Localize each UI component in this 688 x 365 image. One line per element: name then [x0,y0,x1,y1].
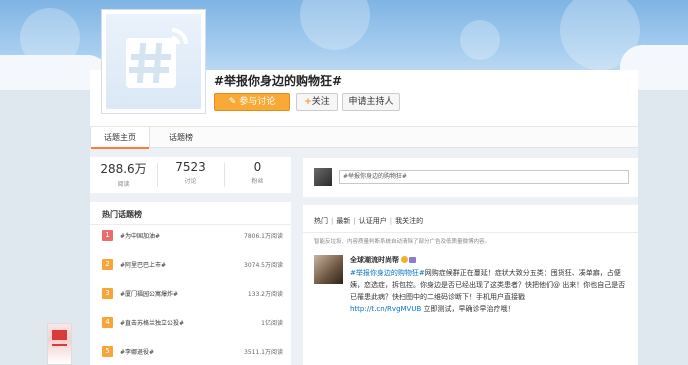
hot-topic-item[interactable]: 4 #直击苏格兰独立公投# 1亿阅读 [90,317,291,331]
topic-stats: 288.6万 阅读 7523 讨论 0 粉丝 [90,157,291,193]
stat-discuss-label: 讨论 [184,178,197,185]
separator: | [331,217,334,225]
post-input[interactable]: #举报你身边的购物狂# [339,170,629,184]
post-topic-link[interactable]: #举报你身边的购物狂# [350,269,425,277]
divider [303,232,638,233]
post-text-tail: 立即测试，早确诊早治疗哦！ [421,305,515,313]
hot-topic-name[interactable]: #厦门福园公寓爆炸# [120,289,178,298]
hot-topics-panel: 热门话题榜 1 #为中国加油# 7806.1万阅读 2 #阿里巴巴上市# 307… [90,202,291,365]
tab-topic-home[interactable]: 话题主页 [90,127,150,149]
edit-icon: ✎ [228,97,240,107]
hot-topic-item[interactable]: 1 #为中国加油# 7806.1万阅读 [90,230,291,244]
feed-tab-latest[interactable]: 最新 [336,217,350,225]
hot-topic-name[interactable]: #李娜退役# [120,347,154,356]
hot-topic-count: 7806.1万阅读 [244,233,283,240]
feed-tabs: 热门 | 最新 | 认证用户 | 我关注的 [314,216,423,226]
hot-topic-item[interactable]: 3 #厦门福园公寓爆炸# 133.2万阅读 [90,288,291,302]
hot-topic-item[interactable]: 2 #阿里巴巴上市# 3074.5万阅读 [90,259,291,273]
hot-topic-count: 133.2万阅读 [247,291,283,298]
avatar[interactable] [314,255,343,284]
post-url-link[interactable]: http://t.cn/RvgMVUB [350,305,421,313]
topic-avatar [101,9,206,114]
hot-topics-title: 热门话题榜 [102,210,142,219]
stat-fans-value: 0 [253,160,262,174]
hot-topic-name[interactable]: #阿里巴巴上市# [120,260,166,269]
feed-tab-hot[interactable]: 热门 [314,217,328,225]
rank-badge: 2 [102,259,113,270]
post-text: #举报你身边的购物狂#网购症候群正在蔓延！症状大致分五类：囤货狂、凑单癖，占便姨… [350,267,630,315]
weibo-post: 全球潮流时尚帮 #举报你身边的购物狂#网购症候群正在蔓延！症状大致分五类：囤货狂… [350,255,630,315]
stat-fans: 0 粉丝 [224,160,291,185]
join-discussion-button[interactable]: ✎ 参与讨论 [214,93,290,111]
rank-badge: 4 [102,317,113,328]
hot-topic-count: 1亿阅读 [261,320,283,327]
stat-discuss: 7523 讨论 [157,160,224,185]
avatar[interactable] [314,168,332,186]
hot-topic-name[interactable]: #为中国加油# [120,231,160,240]
vip-badge-icon [401,256,408,263]
feed-tab-following[interactable]: 我关注的 [395,217,423,225]
post-image[interactable] [47,323,72,365]
stat-read: 288.6万 阅读 [90,160,157,188]
feed-tab-verified[interactable]: 认证用户 [359,217,387,225]
topic-tabs: 话题主页 话题榜 [90,126,638,149]
hot-topic-item[interactable]: 5 #李娜退役# 3511.1万阅读 [90,346,291,360]
rank-badge: 3 [102,288,113,299]
follow-button[interactable]: +关注 [296,93,338,111]
filter-notice: 智能反垃圾、内容质量判断系统自动清除了部分广告及低质量微博内容。 [314,239,491,245]
post-author-name[interactable]: 全球潮流时尚帮 [350,256,399,264]
weibo-feed: 热门 | 最新 | 认证用户 | 我关注的 智能反垃圾、内容质量判断系统自动清除了部分广告及… [303,205,638,365]
apply-host-button[interactable]: 申请主持人 [342,93,400,111]
join-discussion-label: 参与讨论 [239,97,276,107]
hashtag-signal-icon [126,28,188,88]
separator: | [389,217,393,225]
plus-icon: + [304,97,312,107]
rank-badge: 1 [102,230,113,241]
stat-discuss-value: 7523 [175,160,206,174]
member-badge-icon [409,257,416,263]
separator: | [353,217,356,225]
hot-topic-name[interactable]: #直击苏格兰独立公投# [120,318,184,327]
stat-fans-label: 粉丝 [251,178,264,185]
hot-topic-count: 3074.5万阅读 [244,262,283,269]
page-title: #举报你身边的购物狂# [214,74,343,88]
tab-topic-ranking[interactable]: 话题榜 [150,127,212,148]
divider [90,224,291,225]
stat-read-value: 288.6万 [100,162,147,176]
publish-box: #举报你身边的购物狂# [303,158,638,197]
stat-read-label: 阅读 [117,181,130,188]
rank-badge: 5 [102,346,113,357]
follow-label: 关注 [311,97,330,107]
post-author[interactable]: 全球潮流时尚帮 [350,255,630,265]
hot-topic-count: 3511.1万阅读 [244,349,283,356]
